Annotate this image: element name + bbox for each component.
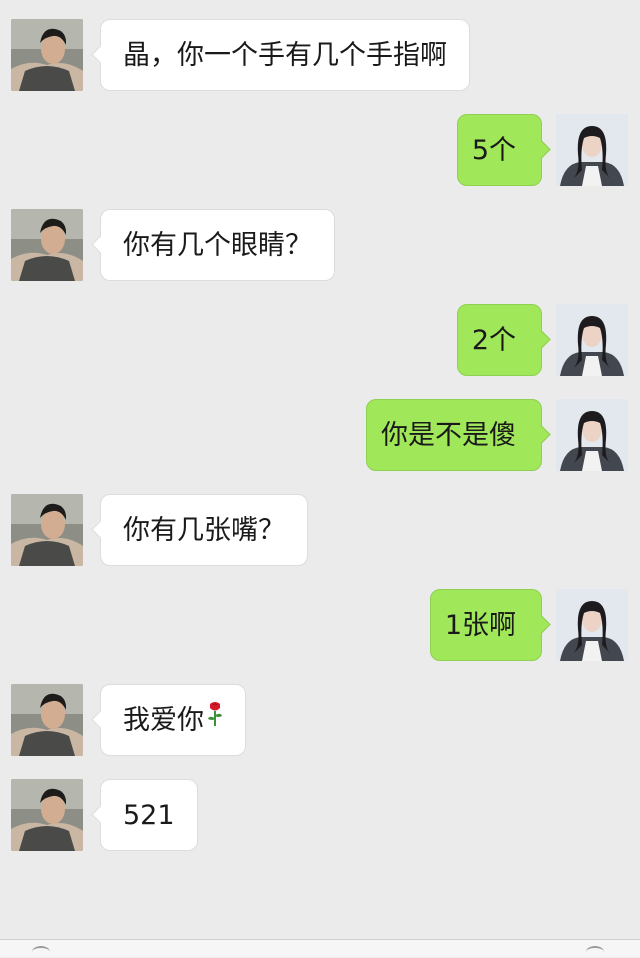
- message-bubble-incoming[interactable]: 晶，你一个手有几个手指啊: [91, 19, 470, 91]
- message-text: 你是不是傻: [381, 420, 516, 451]
- message-bubble-incoming[interactable]: 你有几个眼睛？: [91, 209, 335, 281]
- message-text: 1张啊: [444, 610, 516, 641]
- avatar-contact[interactable]: [11, 684, 83, 756]
- avatar-self[interactable]: [556, 589, 628, 661]
- rose-icon: [207, 683, 223, 755]
- avatar-self[interactable]: [556, 114, 628, 186]
- message-bubble-outgoing[interactable]: 2个: [456, 304, 551, 376]
- message-text: 你有几个眼睛？: [123, 230, 312, 261]
- message-bubble-outgoing[interactable]: 1张啊: [429, 589, 551, 661]
- message-text: 5个: [471, 135, 516, 166]
- message-bubble-incoming[interactable]: 我爱你: [91, 683, 246, 756]
- avatar-self[interactable]: [556, 399, 628, 471]
- voice-icon[interactable]: [32, 946, 50, 958]
- avatar-self[interactable]: [556, 304, 628, 376]
- message-bubble-outgoing[interactable]: 5个: [456, 114, 551, 186]
- message-text: 2个: [471, 325, 516, 356]
- avatar-contact[interactable]: [11, 779, 83, 851]
- message-text: 你有几张嘴？: [123, 515, 285, 546]
- message-bubble-outgoing[interactable]: 你是不是傻: [366, 399, 551, 471]
- message-text: 晶，你一个手有几个手指啊: [123, 40, 447, 71]
- message-text: 我爱你: [123, 705, 204, 736]
- avatar-contact[interactable]: [11, 19, 83, 91]
- message-text: 521: [123, 800, 175, 831]
- avatar-contact[interactable]: [11, 209, 83, 281]
- add-icon[interactable]: [586, 946, 604, 958]
- message-bubble-incoming[interactable]: 你有几张嘴？: [91, 494, 308, 566]
- message-bubble-incoming[interactable]: 521: [91, 779, 198, 851]
- input-toolbar: [0, 939, 640, 957]
- avatar-contact[interactable]: [11, 494, 83, 566]
- chat-message-list[interactable]: 晶，你一个手有几个手指啊 5个 你有几个眼睛？ 2个 你是不是傻 你有几张嘴？ …: [0, 0, 640, 940]
